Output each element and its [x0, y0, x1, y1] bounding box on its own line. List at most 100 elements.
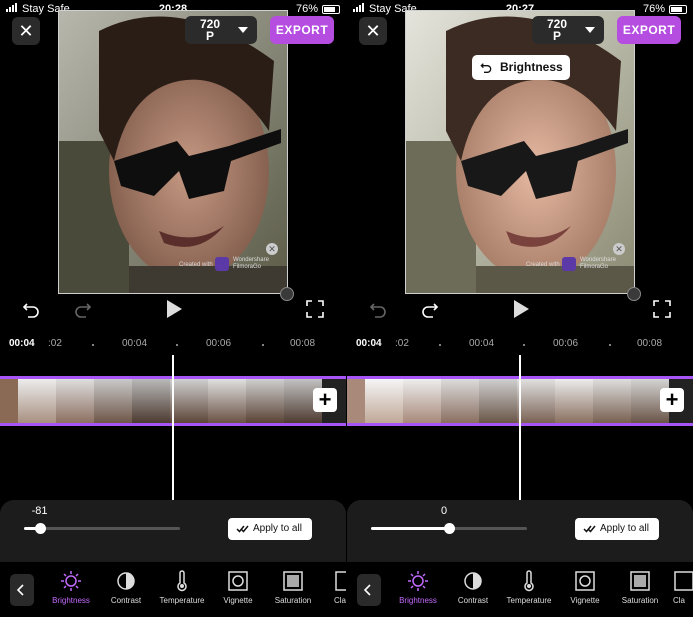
clip-thumbnail	[94, 379, 132, 423]
contrast-icon	[117, 572, 135, 590]
resize-handle-icon[interactable]	[627, 287, 641, 301]
clip-thumbnail	[593, 379, 631, 423]
watermark-brand-line1: Wondershare	[233, 257, 269, 263]
close-button[interactable]: ✕	[359, 17, 387, 45]
tool-temperature[interactable]: Temperature	[153, 570, 211, 605]
back-button[interactable]	[357, 574, 381, 606]
resolution-unit: P	[552, 29, 561, 43]
apply-to-all-button[interactable]: Apply to all	[228, 518, 312, 540]
undo-icon[interactable]	[369, 300, 387, 318]
resolution-dropdown[interactable]: 720 P	[532, 16, 604, 44]
clip-thumbnail	[170, 379, 208, 423]
chevron-down-icon	[585, 27, 595, 33]
timeline-tick	[92, 344, 94, 346]
play-icon[interactable]	[512, 299, 530, 319]
tool-label: Saturation	[621, 596, 659, 605]
playhead[interactable]	[172, 355, 174, 500]
tool-contrast[interactable]: Contrast	[97, 570, 155, 605]
tool-saturation[interactable]: Saturation	[611, 570, 669, 605]
tool-brightness[interactable]: Brightness	[389, 570, 447, 605]
remove-watermark-icon[interactable]: ✕	[266, 243, 278, 255]
brightness-value: -81	[31, 505, 48, 517]
redo-icon[interactable]	[421, 300, 439, 318]
filmorago-logo-icon	[215, 257, 229, 271]
clip-thumbnail	[479, 379, 517, 423]
back-button[interactable]	[10, 574, 34, 606]
clip-thumbnail	[403, 379, 441, 423]
tool-label: Contrast	[457, 596, 489, 605]
add-clip-button[interactable]: +	[660, 388, 684, 412]
clip-thumbnail	[555, 379, 593, 423]
filmorago-logo-icon	[562, 257, 576, 271]
tool-contrast[interactable]: Contrast	[444, 570, 502, 605]
timeline-current-time: 00:04	[356, 338, 382, 349]
watermark-created-with: Created with	[526, 262, 560, 268]
tool-brightness[interactable]: Brightness	[42, 570, 100, 605]
undo-icon	[480, 63, 492, 73]
contrast-icon	[464, 572, 482, 590]
tool-label: Vignette	[570, 596, 600, 605]
tool-clarity[interactable]: Cla	[667, 570, 693, 605]
watermark-brand-line1: Wondershare	[580, 257, 616, 263]
watermark-brand-line2: FilmoraGo	[233, 264, 262, 270]
timeline-mark: 00:04	[469, 338, 495, 349]
clip-thumbnail	[18, 379, 56, 423]
apply-to-all-button[interactable]: Apply to all	[575, 518, 659, 540]
brightness-icon	[61, 571, 81, 591]
tool-clarity[interactable]: Cla	[320, 570, 346, 605]
export-button[interactable]: EXPORT	[617, 16, 681, 44]
remove-watermark-icon[interactable]: ✕	[613, 243, 625, 255]
timeline-current-time: 00:04	[9, 338, 35, 349]
tool-temperature[interactable]: Temperature	[500, 570, 558, 605]
timeline-ruler[interactable]: 00:04 :02 00:04 00:06 00:08	[0, 336, 346, 350]
double-check-icon	[236, 525, 249, 533]
playhead[interactable]	[519, 355, 521, 500]
editor-panel-left: Stay Safe 20:28 76% Created with Wonders…	[0, 0, 346, 617]
tool-saturation[interactable]: Saturation	[264, 570, 322, 605]
fullscreen-icon[interactable]	[306, 300, 324, 318]
add-clip-button[interactable]: +	[313, 388, 337, 412]
clip-thumbnail	[56, 379, 94, 423]
redo-icon[interactable]	[74, 300, 92, 318]
video-preview[interactable]: Created with Wondershare FilmoraGo ✕	[58, 10, 288, 294]
tool-label: Brightness	[52, 596, 90, 605]
close-button[interactable]: ✕	[12, 17, 40, 45]
apply-to-all-label: Apply to all	[253, 523, 302, 534]
timeline-ruler[interactable]: 00:04 :02 00:04 00:06 00:08	[347, 336, 693, 350]
timeline-mark: :02	[48, 338, 62, 349]
slider-knob[interactable]	[34, 523, 46, 534]
brightness-slider[interactable]	[24, 523, 180, 534]
video-frame-image	[406, 11, 634, 293]
clarity-icon	[335, 571, 346, 591]
clip-thumbnail	[441, 379, 479, 423]
tool-label: Contrast	[110, 596, 142, 605]
battery-percent: 76%	[295, 3, 318, 15]
tool-label: Cla	[334, 596, 346, 605]
tool-label: Vignette	[223, 596, 253, 605]
adjustment-toolbar: Brightness Contrast Temperature Vignette…	[347, 562, 693, 617]
brightness-icon	[408, 571, 428, 591]
fullscreen-icon[interactable]	[653, 300, 671, 318]
tool-label: Temperature	[506, 596, 552, 605]
video-preview[interactable]: Created with Wondershare FilmoraGo ✕	[405, 10, 635, 294]
timeline-mark: 00:06	[553, 338, 579, 349]
resolution-label: 720 P	[195, 18, 225, 42]
play-icon[interactable]	[165, 299, 183, 319]
resize-handle-icon[interactable]	[280, 287, 294, 301]
saturation-icon	[630, 571, 650, 591]
export-button[interactable]: EXPORT	[270, 16, 334, 44]
timeline-mark: 00:04	[122, 338, 148, 349]
clip-thumbnail	[132, 379, 170, 423]
resolution-dropdown[interactable]: 720 P	[185, 16, 257, 44]
brightness-value: 0	[441, 505, 448, 517]
watermark-brand-line2: FilmoraGo	[580, 264, 609, 270]
brightness-slider[interactable]	[371, 523, 527, 534]
tool-vignette[interactable]: Vignette	[209, 570, 267, 605]
undo-icon[interactable]	[22, 300, 40, 318]
tooltip-label: Brightness	[500, 60, 563, 74]
watermark-brand: Wondershare FilmoraGo	[580, 257, 616, 271]
saturation-icon	[283, 571, 303, 591]
slider-knob[interactable]	[444, 523, 455, 534]
tool-vignette[interactable]: Vignette	[556, 570, 614, 605]
slider-fill	[371, 527, 449, 530]
